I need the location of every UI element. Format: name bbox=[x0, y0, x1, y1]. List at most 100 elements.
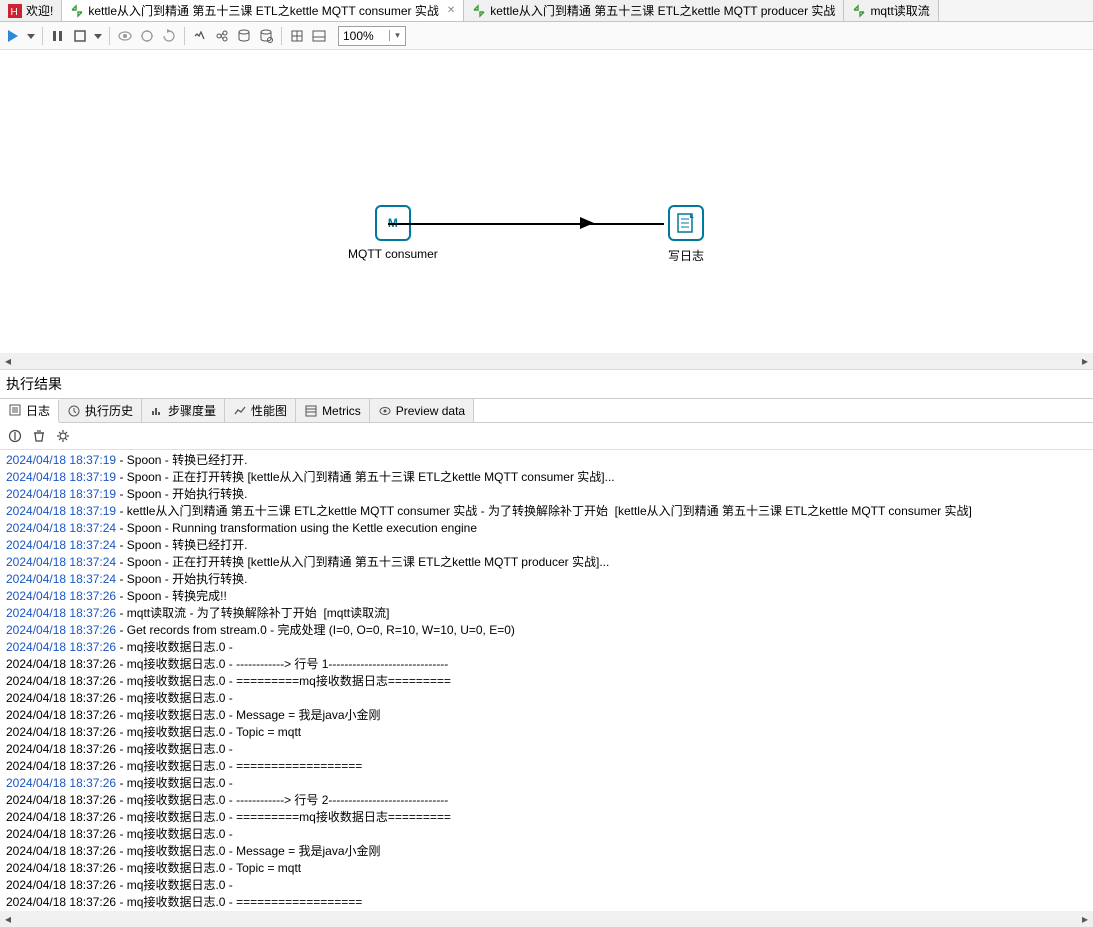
log-timestamp: 2024/04/18 18:37:24 bbox=[6, 521, 116, 535]
scroll-left-icon[interactable]: ◂ bbox=[0, 353, 16, 369]
transformation-file-icon bbox=[472, 4, 486, 18]
transformation-canvas[interactable]: M MQTT consumer 写日志 ◂ ▸ bbox=[0, 50, 1093, 370]
log-timestamp: 2024/04/18 18:37:26 bbox=[6, 759, 116, 773]
log-text: - mq接收数据日志.0 - ================== bbox=[116, 759, 362, 773]
scroll-right-icon[interactable]: ▸ bbox=[1077, 353, 1093, 369]
log-line: 2024/04/18 18:37:26 - mq接收数据日志.0 - Messa… bbox=[6, 707, 1087, 724]
separator bbox=[42, 27, 43, 45]
preview-icon bbox=[378, 404, 392, 418]
log-text: - mq接收数据日志.0 - Message = 我是java小金刚 bbox=[116, 844, 380, 858]
log-timestamp: 2024/04/18 18:37:26 bbox=[6, 776, 116, 790]
log-text: - mq接收数据日志.0 - bbox=[116, 691, 236, 705]
zoom-select[interactable] bbox=[338, 26, 406, 46]
results-tab-bar: 日志 执行历史 步骤度量 性能图 Metrics Preview data bbox=[0, 399, 1093, 423]
log-line: 2024/04/18 18:37:24 - Spoon - 转换已经打开. bbox=[6, 537, 1087, 554]
log-text: - mq接收数据日志.0 - bbox=[116, 742, 236, 756]
step-write-log[interactable]: 写日志 bbox=[668, 205, 704, 264]
log-text: - Spoon - Running transformation using t… bbox=[116, 521, 477, 535]
sql-icon[interactable] bbox=[235, 27, 253, 45]
results-tab-history[interactable]: 执行历史 bbox=[59, 399, 142, 422]
log-text: - mq接收数据日志.0 - Message = 我是java小金刚 bbox=[116, 708, 380, 722]
log-text: - mq接收数据日志.0 - bbox=[116, 776, 236, 790]
results-tab-metrics[interactable]: 步骤度量 bbox=[142, 399, 225, 422]
results-tab-perf[interactable]: 性能图 bbox=[225, 399, 296, 422]
tab-label: 性能图 bbox=[251, 402, 287, 419]
zoom-input[interactable] bbox=[339, 29, 389, 43]
log-text: - mq接收数据日志.0 - bbox=[116, 878, 236, 892]
log-text: - mq接收数据日志.0 - ------------> 行号 1-------… bbox=[116, 657, 448, 671]
log-line: 2024/04/18 18:37:26 - mq接收数据日志.0 - bbox=[6, 775, 1087, 792]
svg-text:H: H bbox=[11, 7, 18, 18]
log-text: - mqtt读取流 - 为了转换解除补丁开始 [mqtt读取流] bbox=[116, 606, 389, 620]
editor-tab[interactable]: kettle从入门到精通 第五十三课 ETL之kettle MQTT produ… bbox=[464, 0, 844, 21]
tab-label: 执行历史 bbox=[85, 402, 133, 419]
results-tab-preview[interactable]: Preview data bbox=[370, 399, 474, 422]
log-line: 2024/04/18 18:37:24 - Spoon - 开始执行转换. bbox=[6, 571, 1087, 588]
stop-button[interactable] bbox=[71, 27, 89, 45]
tab-label: Preview data bbox=[396, 404, 465, 418]
editor-tab[interactable]: H欢迎! bbox=[0, 0, 62, 21]
tab-label: kettle从入门到精通 第五十三课 ETL之kettle MQTT consu… bbox=[88, 2, 439, 19]
step-label: 写日志 bbox=[668, 247, 704, 264]
hop-arrow[interactable] bbox=[388, 223, 664, 225]
replay-icon[interactable] bbox=[160, 27, 178, 45]
results-tab-metrics2[interactable]: Metrics bbox=[296, 399, 370, 422]
log-line: 2024/04/18 18:37:26 - mq接收数据日志.0 - =====… bbox=[6, 809, 1087, 826]
log-output[interactable]: 2024/04/18 18:37:19 - Spoon - 转换已经打开.202… bbox=[0, 450, 1093, 911]
log-clear-icon[interactable] bbox=[30, 427, 48, 445]
log-text: - mq接收数据日志.0 - bbox=[116, 640, 236, 654]
log-restrict-icon[interactable] bbox=[6, 427, 24, 445]
impact-icon[interactable] bbox=[213, 27, 231, 45]
tab-label: 日志 bbox=[26, 402, 50, 419]
log-line: 2024/04/18 18:37:26 - mq接收数据日志.0 - bbox=[6, 741, 1087, 758]
welcome-icon: H bbox=[8, 4, 22, 18]
log-timestamp: 2024/04/18 18:37:26 bbox=[6, 742, 116, 756]
log-line: 2024/04/18 18:37:26 - mq接收数据日志.0 - bbox=[6, 639, 1087, 656]
preview-icon[interactable] bbox=[116, 27, 134, 45]
log-timestamp: 2024/04/18 18:37:26 bbox=[6, 725, 116, 739]
log-timestamp: 2024/04/18 18:37:19 bbox=[6, 453, 116, 467]
log-timestamp: 2024/04/18 18:37:26 bbox=[6, 878, 116, 892]
log-settings-icon[interactable] bbox=[54, 427, 72, 445]
editor-tab[interactable]: kettle从入门到精通 第五十三课 ETL之kettle MQTT consu… bbox=[62, 0, 464, 21]
log-line: 2024/04/18 18:37:26 - mq接收数据日志.0 - Messa… bbox=[6, 843, 1087, 860]
write-log-icon bbox=[668, 205, 704, 241]
log-line: 2024/04/18 18:37:19 - Spoon - 转换已经打开. bbox=[6, 452, 1087, 469]
tab-label: mqtt读取流 bbox=[870, 2, 929, 19]
snap-grid-icon[interactable] bbox=[288, 27, 306, 45]
log-text: - mq接收数据日志.0 - ------------> 行号 2-------… bbox=[116, 793, 448, 807]
log-timestamp: 2024/04/18 18:37:26 bbox=[6, 589, 116, 603]
log-text: - mq接收数据日志.0 - bbox=[116, 827, 236, 841]
show-results-icon[interactable] bbox=[310, 27, 328, 45]
separator bbox=[109, 27, 110, 45]
log-line: 2024/04/18 18:37:24 - Spoon - Running tr… bbox=[6, 520, 1087, 537]
log-text: - kettle从入门到精通 第五十三课 ETL之kettle MQTT con… bbox=[116, 504, 972, 518]
pause-button[interactable] bbox=[49, 27, 67, 45]
log-timestamp: 2024/04/18 18:37:26 bbox=[6, 844, 116, 858]
log-line: 2024/04/18 18:37:19 - Spoon - 开始执行转换. bbox=[6, 486, 1087, 503]
log-text: - mq接收数据日志.0 - =========mq接收数据日志========… bbox=[116, 810, 451, 824]
run-button[interactable] bbox=[4, 27, 22, 45]
zoom-dropdown-icon[interactable] bbox=[389, 30, 405, 41]
step-mqtt-consumer[interactable]: M MQTT consumer bbox=[348, 205, 438, 261]
transformation-file-icon bbox=[70, 4, 84, 18]
log-line: 2024/04/18 18:37:26 - Get records from s… bbox=[6, 622, 1087, 639]
step-label: MQTT consumer bbox=[348, 247, 438, 261]
editor-tab[interactable]: mqtt读取流 bbox=[844, 0, 938, 21]
check-icon[interactable] bbox=[191, 27, 209, 45]
canvas-scrollbar-horizontal[interactable]: ◂ ▸ bbox=[0, 353, 1093, 369]
close-icon[interactable] bbox=[443, 5, 455, 16]
log-line: 2024/04/18 18:37:26 - mq接收数据日志.0 - -----… bbox=[6, 792, 1087, 809]
debug-icon[interactable] bbox=[138, 27, 156, 45]
log-line: 2024/04/18 18:37:26 - mq接收数据日志.0 - bbox=[6, 826, 1087, 843]
results-panel-title: 执行结果 bbox=[0, 370, 1093, 399]
results-tab-log[interactable]: 日志 bbox=[0, 400, 59, 423]
stop-dropdown-icon[interactable] bbox=[93, 27, 103, 45]
editor-tab-bar: H欢迎! kettle从入门到精通 第五十三课 ETL之kettle MQTT c… bbox=[0, 0, 1093, 22]
explore-db-icon[interactable] bbox=[257, 27, 275, 45]
log-text: - Spoon - 转换完成!! bbox=[116, 589, 227, 603]
tab-label: 步骤度量 bbox=[168, 402, 216, 419]
log-text: - Get records from stream.0 - 完成处理 (I=0,… bbox=[116, 623, 515, 637]
log-timestamp: 2024/04/18 18:37:26 bbox=[6, 640, 116, 654]
run-dropdown-icon[interactable] bbox=[26, 27, 36, 45]
